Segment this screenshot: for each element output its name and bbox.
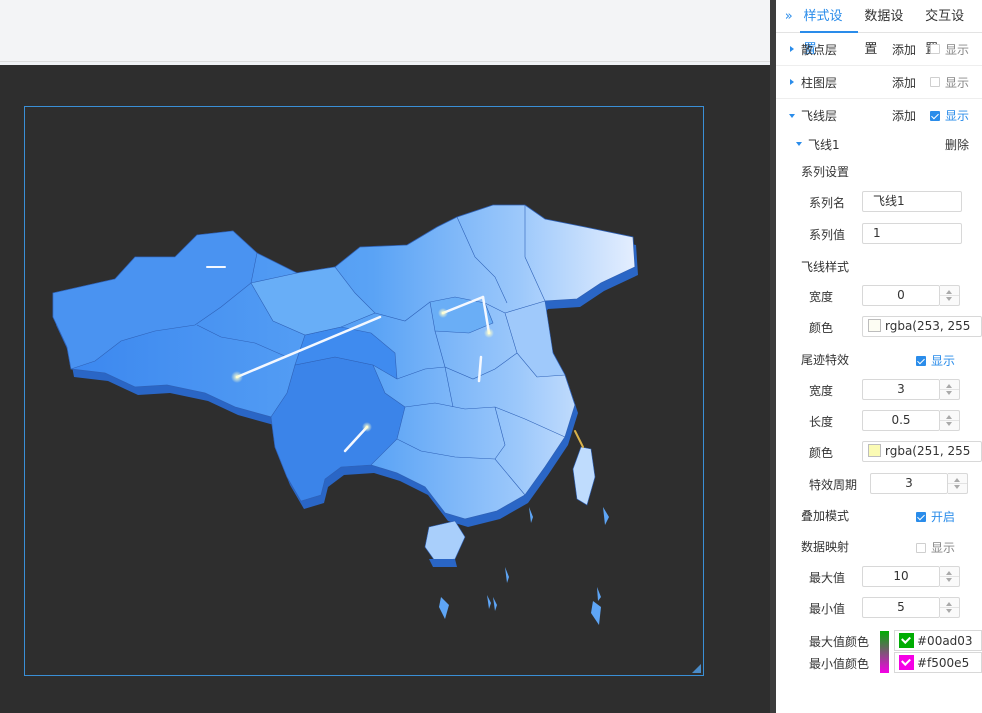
data-mapping-label: 数据映射 xyxy=(801,540,850,554)
color-value: rgba(253, 255 xyxy=(885,319,971,333)
show-label: 显示 xyxy=(945,42,970,57)
trail-length-label: 长度 xyxy=(809,415,834,429)
caret-down-icon[interactable] xyxy=(796,142,802,146)
caret-down-icon[interactable] xyxy=(789,113,795,118)
show-label: 显示 xyxy=(945,109,970,123)
flyline-item-header[interactable]: 飞线1 删除 xyxy=(776,132,982,156)
checkbox-checked[interactable] xyxy=(916,511,926,522)
show-label: 显示 xyxy=(945,75,970,90)
period-spin-buttons[interactable] xyxy=(948,473,968,494)
max-value-spin-buttons[interactable] xyxy=(940,566,960,587)
layer-row-bar[interactable]: 柱图层 添加 显示 xyxy=(776,66,982,99)
checkbox[interactable] xyxy=(930,44,940,54)
color-value: rgba(251, 255 xyxy=(885,444,971,458)
tab-style-settings[interactable]: 样式设置 xyxy=(799,0,859,57)
tab-bar: » 样式设置 数据设置 交互设置 xyxy=(776,0,982,57)
max-value-label: 最大值 xyxy=(809,571,846,585)
period-label: 特效周期 xyxy=(809,478,858,492)
checkbox-checked[interactable] xyxy=(930,110,940,121)
checkbox-checked[interactable] xyxy=(916,355,926,366)
blend-mode-toggle[interactable]: 开启 xyxy=(916,508,955,525)
color-gradient-bar xyxy=(880,631,889,673)
series-section-label: 系列设置 xyxy=(801,165,850,179)
max-color-value: #00ad03 xyxy=(917,633,973,648)
color-swatch[interactable] xyxy=(868,319,881,332)
editor-top-bar xyxy=(0,0,770,62)
layer-row-scatter[interactable]: 散点层 添加 显示 xyxy=(776,33,982,66)
config-panel: » 样式设置 数据设置 交互设置 散点层 添加 显示 柱图层 添加 显示 飞线层… xyxy=(776,0,982,713)
color-swatch[interactable] xyxy=(868,444,881,457)
map-taiwan xyxy=(572,446,596,506)
add-scatter-button[interactable]: 添加 xyxy=(892,41,916,58)
min-color-picker[interactable]: #f500e5 xyxy=(894,652,982,673)
collapse-panel-icon[interactable]: » xyxy=(778,9,800,24)
blend-mode-label: 叠加模式 xyxy=(801,509,850,523)
trail-width-spin-buttons[interactable] xyxy=(940,379,960,400)
width-label: 宽度 xyxy=(809,290,834,304)
map-widget-frame[interactable] xyxy=(24,106,704,676)
show-flyline-toggle[interactable]: 显示 xyxy=(930,107,969,124)
period-stepper[interactable]: 3 xyxy=(870,473,948,494)
series-name-input[interactable]: 飞线1 xyxy=(862,191,962,212)
toggle-label: 开启 xyxy=(931,510,956,524)
min-value-label: 最小值 xyxy=(809,602,846,616)
chevron-down-icon[interactable] xyxy=(899,655,914,670)
checkbox[interactable] xyxy=(930,77,940,87)
trail-color-input[interactable]: rgba(251, 255 xyxy=(862,441,982,462)
data-mapping-toggle[interactable]: 显示 xyxy=(916,539,955,556)
series-value-label: 系列值 xyxy=(809,228,846,242)
trail-color-label: 颜色 xyxy=(809,446,834,460)
layer-name: 柱图层 xyxy=(801,75,838,90)
color-input[interactable]: rgba(253, 255 xyxy=(862,316,982,337)
max-color-label: 最大值颜色 xyxy=(809,635,870,649)
flyline-item-name: 飞线1 xyxy=(808,137,840,152)
show-label: 显示 xyxy=(931,354,956,368)
max-color-picker[interactable]: #00ad03 xyxy=(894,630,982,651)
delete-button[interactable]: 删除 xyxy=(945,136,969,153)
max-value-stepper[interactable]: 10 xyxy=(862,566,940,587)
show-bar-toggle[interactable]: 显示 xyxy=(930,74,969,91)
trail-show-toggle[interactable]: 显示 xyxy=(916,352,955,369)
layer-row-flyline[interactable]: 飞线层 添加 显示 xyxy=(776,99,982,132)
resize-handle[interactable] xyxy=(692,664,701,673)
width-stepper[interactable]: 0 xyxy=(862,285,940,306)
color-label: 颜色 xyxy=(809,321,834,335)
trail-width-stepper[interactable]: 3 xyxy=(862,379,940,400)
show-scatter-toggle[interactable]: 显示 xyxy=(930,41,969,58)
add-flyline-button[interactable]: 添加 xyxy=(892,107,916,124)
checkbox[interactable] xyxy=(916,542,926,553)
canvas-stage xyxy=(0,65,770,713)
width-spin-buttons[interactable] xyxy=(940,285,960,306)
trail-section-label: 尾迹特效 xyxy=(801,353,850,367)
show-label: 显示 xyxy=(931,541,956,555)
min-color-value: #f500e5 xyxy=(917,655,970,670)
flyline-style-section-label: 飞线样式 xyxy=(801,260,850,274)
china-3d-map xyxy=(52,204,638,625)
caret-right-icon[interactable] xyxy=(790,46,794,52)
tab-interaction-settings[interactable]: 交互设置 xyxy=(921,0,980,57)
trail-length-stepper[interactable]: 0.5 xyxy=(862,410,940,431)
layer-name: 飞线层 xyxy=(801,109,838,123)
trail-width-label: 宽度 xyxy=(809,384,834,398)
add-bar-button[interactable]: 添加 xyxy=(892,74,916,91)
tab-data-settings[interactable]: 数据设置 xyxy=(860,0,919,57)
min-value-spin-buttons[interactable] xyxy=(940,597,960,618)
layer-name: 散点层 xyxy=(801,42,838,57)
trail-length-spin-buttons[interactable] xyxy=(940,410,960,431)
chevron-down-icon[interactable] xyxy=(899,633,914,648)
min-value-stepper[interactable]: 5 xyxy=(862,597,940,618)
caret-right-icon[interactable] xyxy=(790,79,794,85)
series-name-label: 系列名 xyxy=(809,196,846,210)
map-hainan xyxy=(424,520,466,562)
min-color-label: 最小值颜色 xyxy=(809,657,870,671)
series-value-input[interactable]: 1 xyxy=(862,223,962,244)
